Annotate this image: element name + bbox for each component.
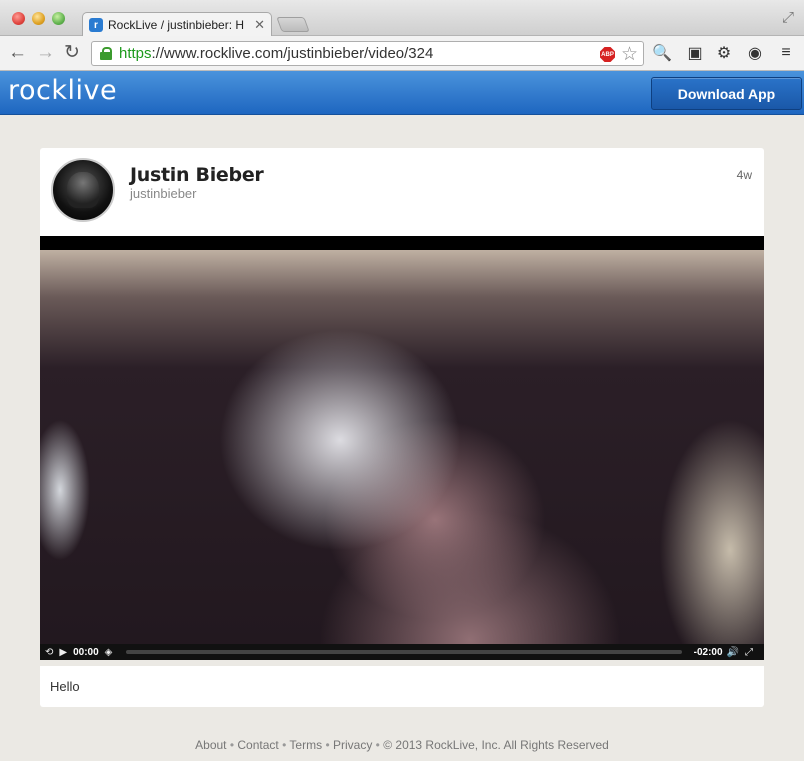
browser-toolbar: ← → ↻ https://www.rocklive.com/justinbie…	[0, 36, 804, 71]
forward-arrow-icon[interactable]: →	[36, 42, 55, 64]
footer-separator: •	[375, 738, 380, 752]
reload-icon[interactable]: ↻	[64, 42, 80, 64]
browser-titlebar: r RockLive / justinbieber: H ✕ ⤢	[0, 0, 804, 37]
remaining-time: -02:00	[693, 646, 723, 658]
extension-r-icon[interactable]: ▣	[685, 43, 705, 63]
tab-close-icon[interactable]: ✕	[254, 17, 265, 33]
tab-title: RockLive / justinbieber: H	[108, 18, 245, 32]
footer-separator: •	[229, 738, 235, 752]
video-player[interactable]: ⟲ ▶ 00:00 ◈ -02:00 🔊 ⤢	[40, 236, 764, 660]
footer-link-privacy[interactable]: Privacy	[333, 738, 372, 752]
seek-handle-icon[interactable]: ◈	[105, 647, 113, 658]
footer-copyright: © 2013 RockLive, Inc. All Rights Reserve…	[383, 738, 609, 752]
seek-bar[interactable]	[126, 650, 682, 654]
close-window-button[interactable]	[12, 12, 25, 25]
lock-icon	[100, 47, 112, 60]
footer-link-terms[interactable]: Terms	[289, 738, 322, 752]
footer-link-about[interactable]: About	[195, 738, 226, 752]
avatar[interactable]	[51, 158, 115, 222]
minimize-window-button[interactable]	[32, 12, 45, 25]
play-icon[interactable]: ▶	[59, 647, 67, 658]
url-path: ://www.rocklive.com/justinbieber/video/3…	[151, 45, 434, 62]
address-bar[interactable]: https://www.rocklive.com/justinbieber/vi…	[91, 41, 644, 66]
browser-tab[interactable]: r RockLive / justinbieber: H ✕	[82, 12, 272, 37]
video-controls: ⟲ ▶ 00:00 ◈ -02:00 🔊 ⤢	[40, 644, 764, 660]
rocklive-logo[interactable]: rocklive	[8, 75, 117, 106]
replay-icon[interactable]: ⟲	[45, 647, 53, 658]
caption-divider	[40, 660, 764, 666]
fullscreen-video-icon[interactable]: ⤢	[745, 647, 753, 658]
url-scheme: https	[119, 45, 152, 62]
current-time: 00:00	[73, 646, 99, 658]
post-caption: Hello	[50, 679, 80, 694]
avatar-photo	[67, 172, 99, 208]
post-card: Justin Bieber justinbieber 4w ⟲ ▶ 00:00 …	[40, 148, 764, 707]
sync-icon[interactable]: ◉	[745, 43, 765, 63]
footer-separator: •	[282, 738, 287, 752]
volume-icon[interactable]: 🔊	[727, 647, 739, 658]
rocklive-favicon-icon: r	[89, 18, 103, 32]
new-tab-button[interactable]	[276, 17, 310, 32]
footer-separator: •	[325, 738, 330, 752]
footer-link-contact[interactable]: Contact	[237, 738, 278, 752]
gear-icon[interactable]: ⚙	[714, 43, 734, 63]
post-author-name[interactable]: Justin Bieber	[130, 164, 264, 186]
post-timestamp: 4w	[736, 168, 752, 182]
video-frame[interactable]	[40, 250, 764, 644]
adblock-icon[interactable]: ABP	[600, 47, 615, 62]
extension-search-icon[interactable]: 🔍	[652, 43, 672, 63]
bookmark-star-icon[interactable]: ☆	[621, 43, 638, 66]
post-author-handle[interactable]: justinbieber	[130, 186, 197, 201]
menu-icon[interactable]: ≡	[776, 43, 796, 63]
site-header: rocklive Download App	[0, 71, 804, 115]
fullscreen-icon[interactable]: ⤢	[782, 9, 794, 26]
site-footer: About • Contact • Terms • Privacy • © 20…	[0, 738, 804, 752]
zoom-window-button[interactable]	[52, 12, 65, 25]
back-arrow-icon[interactable]: ←	[8, 42, 27, 64]
download-app-button[interactable]: Download App	[651, 77, 802, 110]
